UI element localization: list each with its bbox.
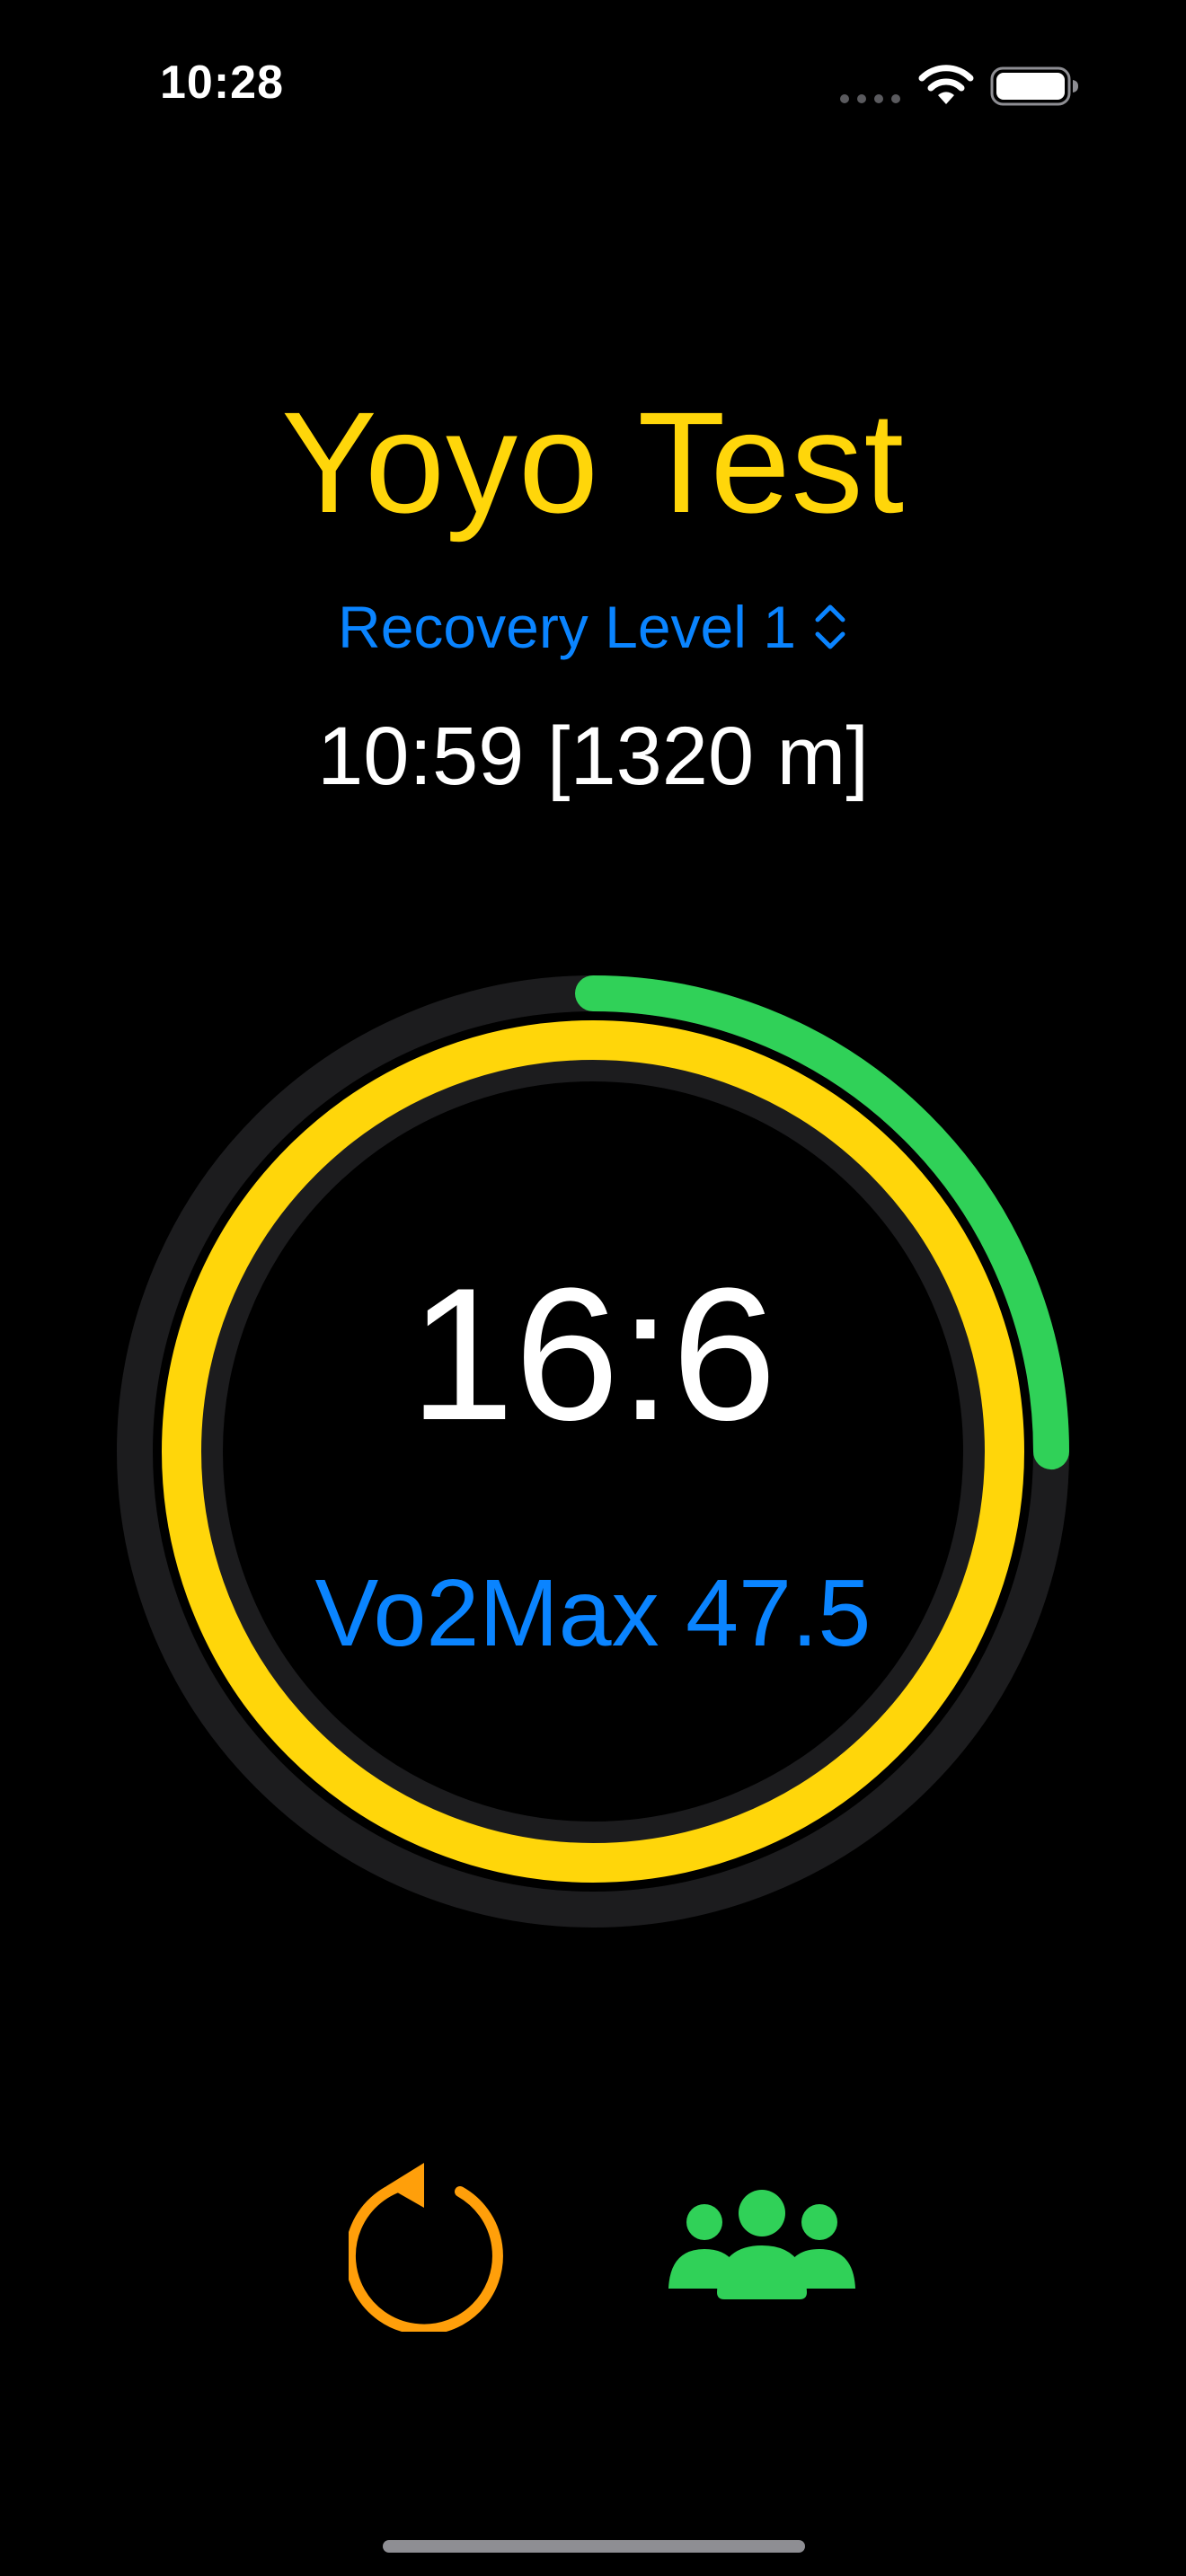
chevron-up-down-icon — [815, 604, 845, 649]
level-picker-label: Recovery Level 1 — [338, 594, 796, 660]
reset-button[interactable] — [349, 2152, 514, 2332]
level-picker-button[interactable]: Recovery Level 1 — [0, 591, 1186, 663]
vo2max-label: Vo2Max 47.5 — [314, 1560, 872, 1666]
status-bar: 10:28 — [0, 0, 1186, 171]
target-time-distance: 10:59 [1320 m] — [317, 710, 869, 802]
page-title: Yoyo Test — [281, 382, 905, 543]
team-button[interactable] — [665, 2183, 859, 2308]
wifi-icon — [918, 65, 974, 104]
battery-icon — [990, 66, 1078, 106]
reset-icon — [349, 2163, 503, 2332]
cellular-signal-icon — [840, 94, 900, 103]
current-level-time: 16:6 — [409, 1248, 777, 1460]
status-time: 10:28 — [160, 57, 284, 109]
team-icon — [668, 2190, 855, 2299]
home-indicator — [383, 2540, 805, 2553]
